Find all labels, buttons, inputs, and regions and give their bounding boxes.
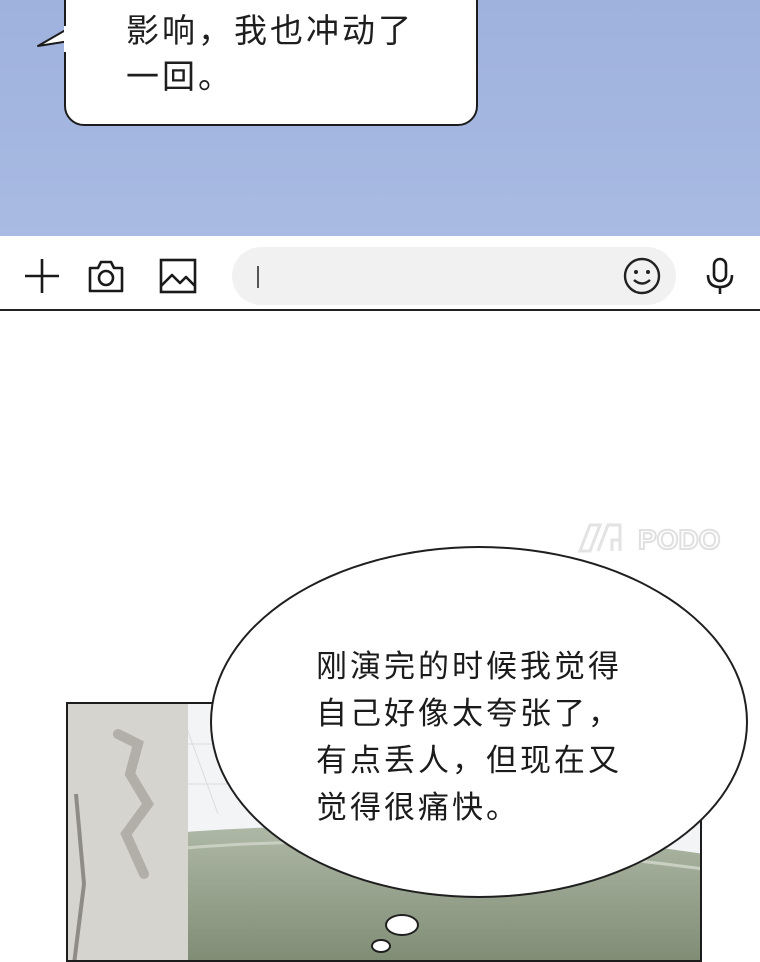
- thought-line: 自己好像太夸张了，: [316, 696, 622, 732]
- microphone-icon[interactable]: [700, 256, 740, 296]
- watermark-text: PODO: [638, 524, 720, 554]
- thought-line: 觉得很痛快。: [316, 790, 520, 826]
- thought-line: 刚演完的时候我觉得: [316, 649, 622, 685]
- chat-message-bubble: 也许是受了你的 影响，我也冲动了 一回。: [64, 0, 478, 126]
- thought-line: 有点丢人，但现在又: [316, 743, 622, 779]
- chat-message-text: 也许是受了你的 影响，我也冲动了 一回。: [126, 0, 446, 100]
- thought-bubble-text: 刚演完的时候我觉得 自己好像太夸张了， 有点丢人，但现在又 觉得很痛快。: [316, 644, 676, 832]
- image-icon[interactable]: [158, 256, 198, 296]
- tail-joint: [64, 26, 70, 52]
- chat-message-line: 也许是受了你的: [126, 0, 446, 8]
- chat-message-line: 一回。: [126, 57, 234, 96]
- chat-background: 也许是受了你的 影响，我也冲动了 一回。: [0, 0, 760, 236]
- message-input[interactable]: [232, 247, 676, 305]
- camera-icon[interactable]: [86, 256, 126, 296]
- thought-puff: [385, 914, 419, 936]
- text-caret: [257, 266, 259, 288]
- plus-icon[interactable]: [22, 256, 62, 296]
- watermark-logo: PODO: [577, 523, 721, 554]
- emoji-icon[interactable]: [622, 256, 662, 296]
- chat-message-line: 影响，我也冲动了: [126, 11, 414, 50]
- message-input-bar: [0, 236, 760, 311]
